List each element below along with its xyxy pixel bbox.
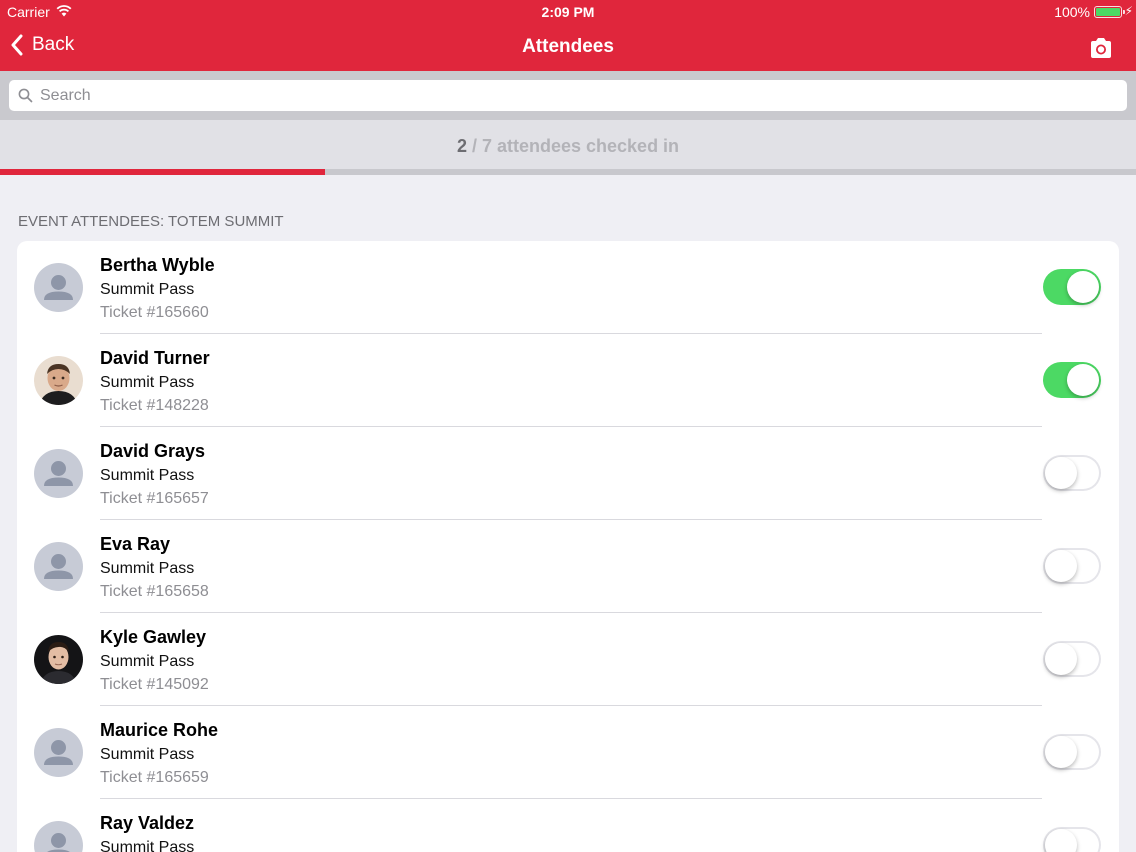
search-icon xyxy=(18,88,33,103)
search-field[interactable] xyxy=(9,80,1127,111)
toggle-knob xyxy=(1045,457,1077,489)
checkin-progress-fill xyxy=(0,169,325,175)
search-input[interactable] xyxy=(40,86,1090,105)
attendee-ticket: Ticket #148228 xyxy=(100,397,209,414)
camera-icon[interactable] xyxy=(1089,37,1113,59)
counter-separator: / xyxy=(466,136,482,156)
checkin-toggle[interactable] xyxy=(1043,827,1101,852)
attendee-name: David Turner xyxy=(100,348,210,368)
nav-bar: Back Attendees xyxy=(0,24,1136,71)
attendee-pass: Summit Pass xyxy=(100,560,195,577)
attendee-ticket: Ticket #165657 xyxy=(100,490,209,507)
attendee-ticket: Ticket #165658 xyxy=(100,583,209,600)
avatar xyxy=(34,635,83,684)
avatar xyxy=(34,356,83,405)
attendee-pass: Summit Pass xyxy=(100,746,195,763)
attendees-screen: Carrier 2:09 PM 100% ⚡ Back Attendees Se… xyxy=(0,0,1136,852)
avatar-placeholder-icon xyxy=(34,728,83,777)
checked-in-count: 2 xyxy=(456,136,467,156)
attendee-name: Kyle Gawley xyxy=(100,627,207,647)
checkin-toggle[interactable] xyxy=(1043,455,1101,491)
toggle-knob xyxy=(1045,736,1077,768)
battery-icon xyxy=(1094,6,1125,18)
attendee-ticket: Ticket #165660 xyxy=(100,304,209,321)
page-title: Attendees xyxy=(522,36,614,57)
toggle-knob xyxy=(1067,364,1099,396)
attendee-list: Bertha Wyble Summit Pass Ticket #165660 Dav… xyxy=(17,241,1119,852)
attendee-name: Maurice Rohe xyxy=(100,720,219,740)
section-header: EVENT ATTENDEES: TOTEM SUMMIT xyxy=(18,213,284,230)
attendee-pass: Summit Pass xyxy=(100,281,195,298)
attendee-pass: Summit Pass xyxy=(100,467,195,484)
attendee-row[interactable]: Bertha Wyble Summit Pass Ticket #165660 xyxy=(17,241,1119,334)
attendee-pass: Summit Pass xyxy=(100,839,195,852)
top-bar: Carrier 2:09 PM 100% ⚡ Back Attendees xyxy=(0,0,1136,71)
checkin-toggle[interactable] xyxy=(1043,641,1101,677)
attendee-name: Eva Ray xyxy=(100,534,171,554)
toggle-knob xyxy=(1067,271,1099,303)
charging-icon: ⚡ xyxy=(1124,4,1133,18)
checkin-counter: 2 / 7 attendees checked in xyxy=(0,120,1136,169)
toggle-knob xyxy=(1045,643,1077,675)
attendee-name: Ray Valdez xyxy=(100,813,195,833)
toggle-knob xyxy=(1045,550,1077,582)
attendee-name: Bertha Wyble xyxy=(100,255,215,275)
attendee-ticket: Ticket #145092 xyxy=(100,676,209,693)
attendee-row[interactable]: David Turner Summit Pass Ticket #148228 xyxy=(17,334,1119,427)
checkin-toggle[interactable] xyxy=(1043,269,1101,305)
attendee-pass: Summit Pass xyxy=(100,374,195,391)
status-bar: Carrier 2:09 PM 100% ⚡ xyxy=(0,0,1136,24)
checkin-toggle[interactable] xyxy=(1043,362,1101,398)
attendee-row[interactable]: David Grays Summit Pass Ticket #165657 xyxy=(17,427,1119,520)
search-bar xyxy=(0,71,1136,120)
avatar-placeholder-icon xyxy=(34,542,83,591)
avatar-placeholder-icon xyxy=(34,263,83,312)
attendee-name: David Grays xyxy=(100,441,206,461)
checkin-progress xyxy=(0,169,1136,175)
status-time: 2:09 PM xyxy=(541,4,595,20)
attendee-row[interactable]: Kyle Gawley Summit Pass Ticket #145092 xyxy=(17,613,1119,706)
attendee-row[interactable]: Ray Valdez Summit Pass xyxy=(17,799,1119,852)
attendee-row[interactable]: Maurice Rohe Summit Pass Ticket #165659 xyxy=(17,706,1119,799)
attendee-ticket: Ticket #165659 xyxy=(100,769,209,786)
avatar-placeholder-icon xyxy=(34,821,83,852)
checkin-toggle[interactable] xyxy=(1043,734,1101,770)
attendee-row[interactable]: Eva Ray Summit Pass Ticket #165658 xyxy=(17,520,1119,613)
avatar-placeholder-icon xyxy=(34,449,83,498)
battery-percent: 100% xyxy=(1054,4,1090,20)
attendee-pass: Summit Pass xyxy=(100,653,195,670)
toggle-knob xyxy=(1045,829,1077,852)
checkin-total-label: 7 attendees checked in xyxy=(481,136,680,156)
checkin-toggle[interactable] xyxy=(1043,548,1101,584)
